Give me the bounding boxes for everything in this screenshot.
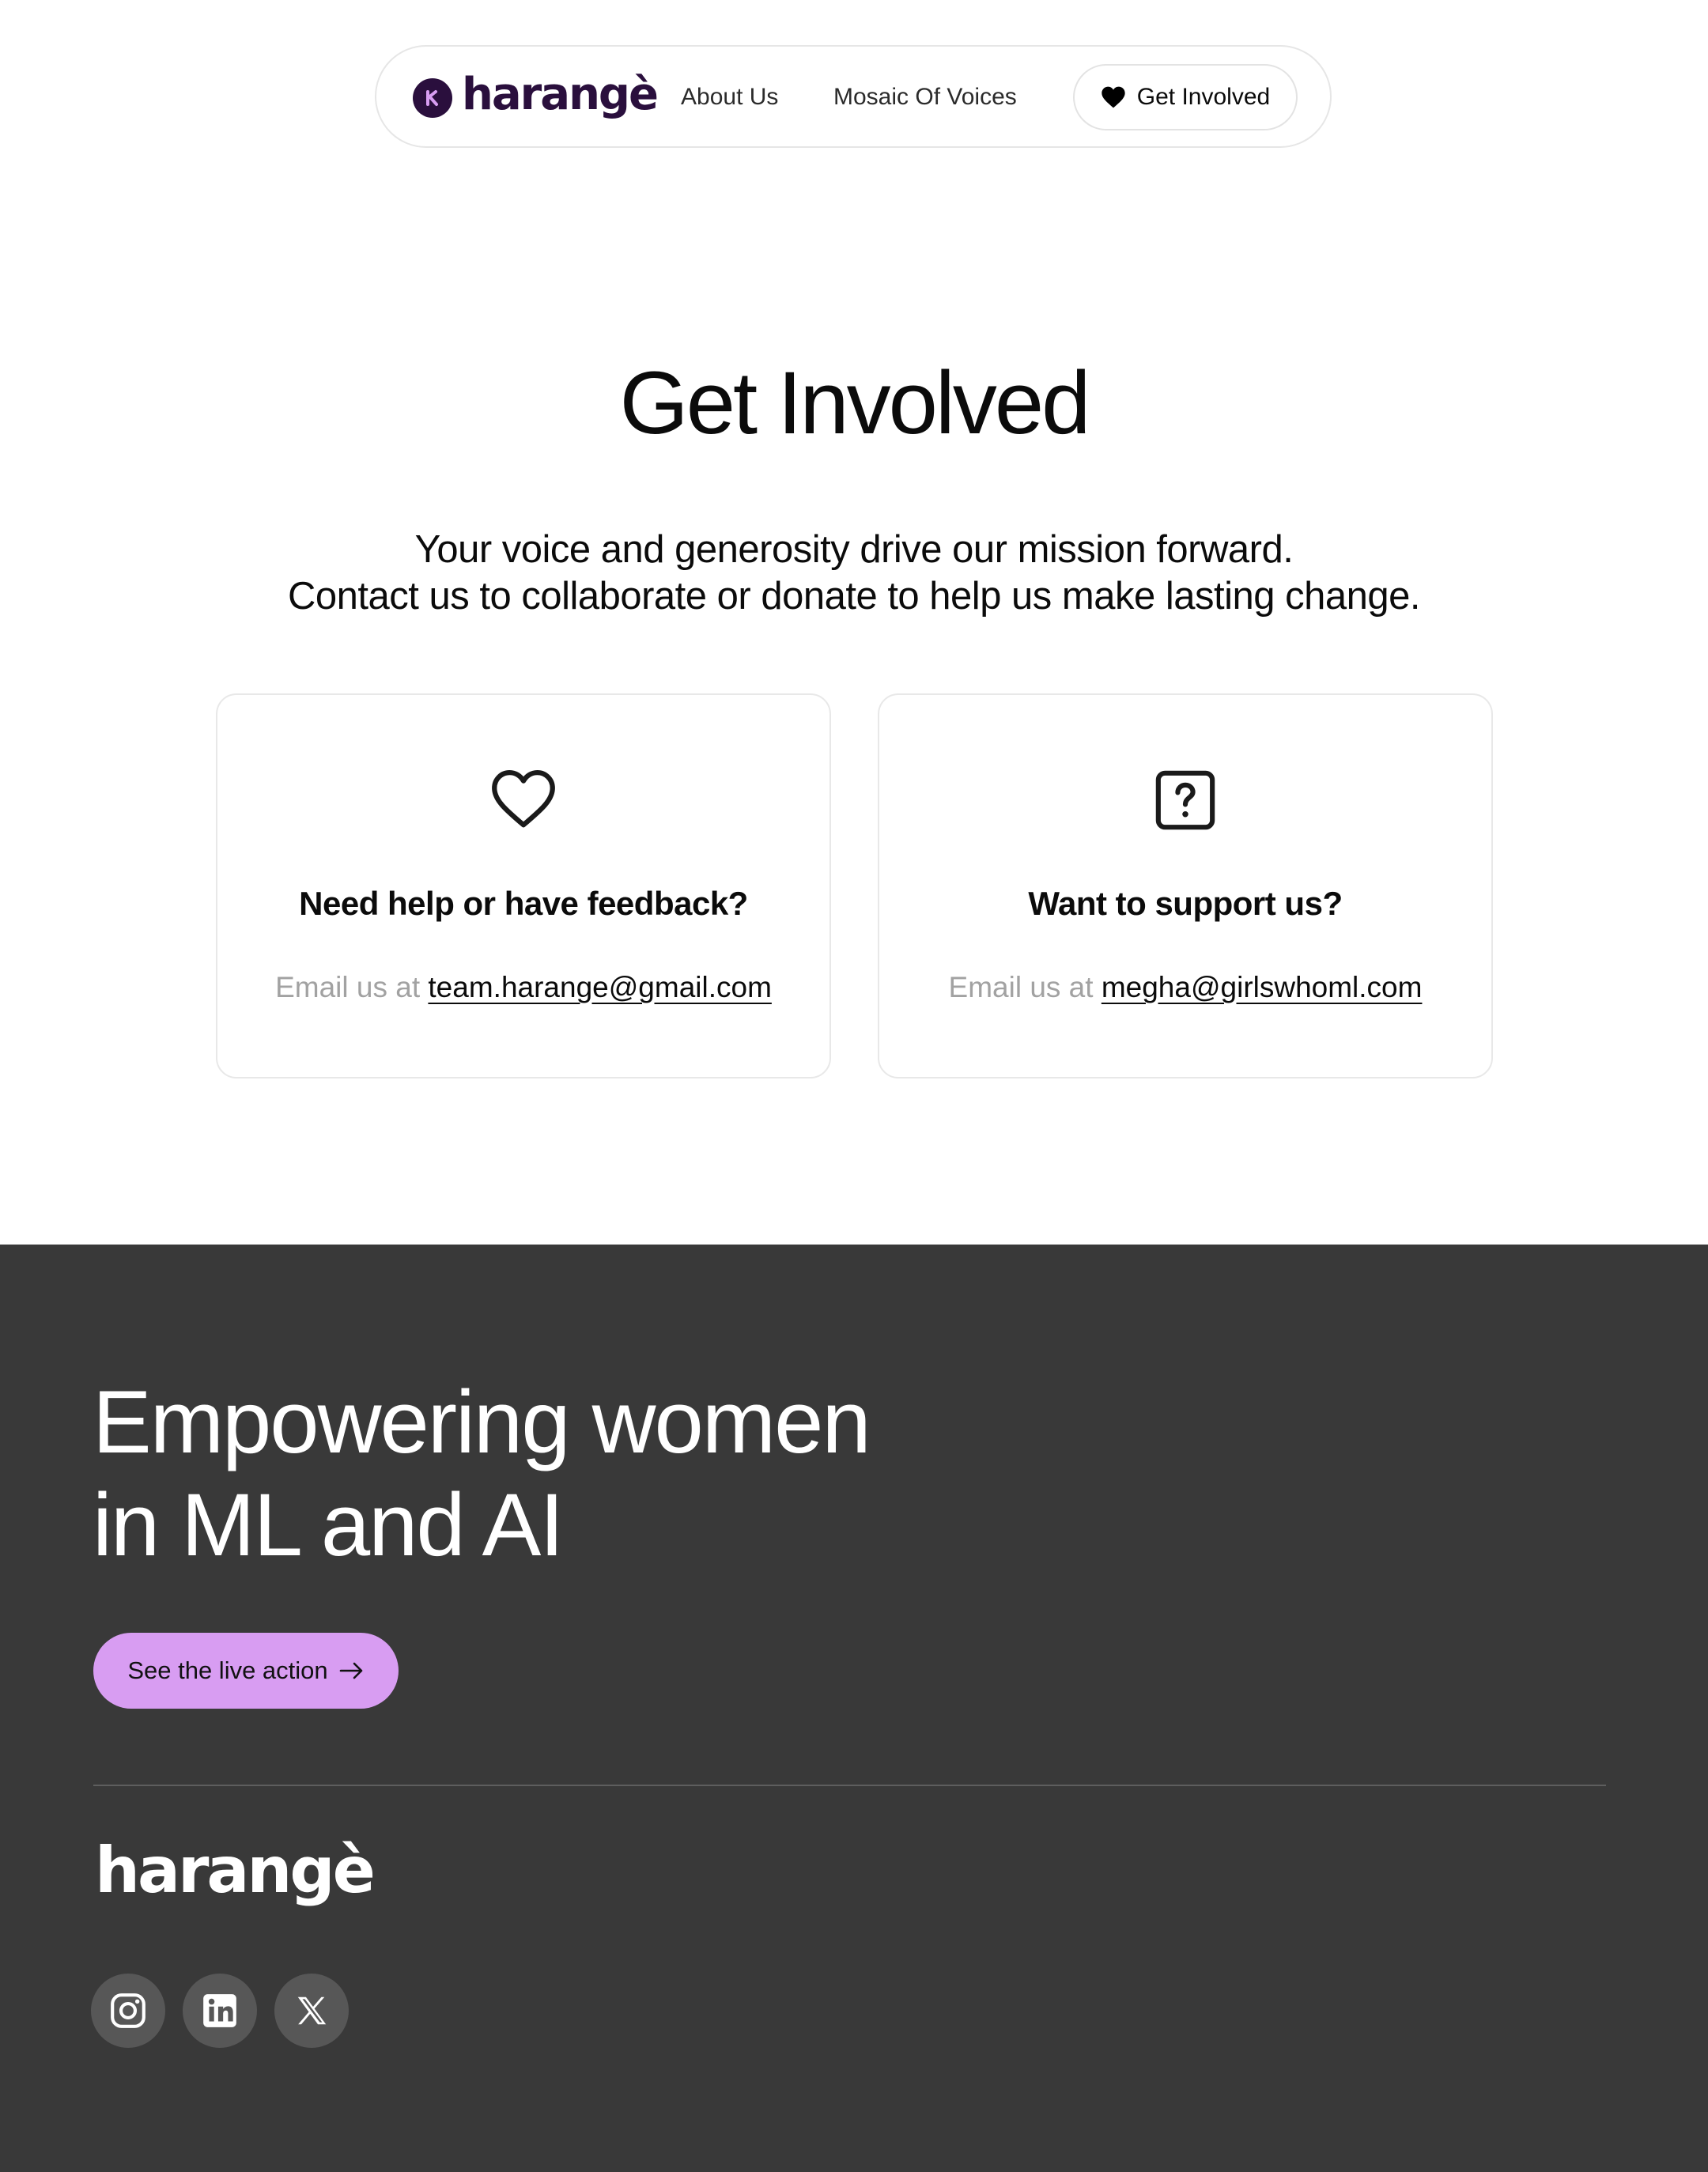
instagram-icon[interactable] <box>91 1974 165 2048</box>
page-subtitle: Your voice and generosity drive our miss… <box>0 527 1708 620</box>
card-title: Want to support us? <box>1028 885 1343 922</box>
email-link-team[interactable]: team.harange@gmail.com <box>428 971 771 1003</box>
email-prefix: Email us at <box>275 971 421 1003</box>
get-involved-button[interactable]: Get Involved <box>1073 64 1298 130</box>
brand-name: harangè <box>462 69 659 120</box>
footer-logo[interactable]: harangè <box>95 1839 376 1902</box>
heart-outline-icon <box>490 768 557 833</box>
page-title: Get Involved <box>619 353 1091 452</box>
linkedin-icon[interactable] <box>183 1974 257 2048</box>
subtitle-line-1: Your voice and generosity drive our miss… <box>414 528 1294 571</box>
heart-filled-icon <box>1102 86 1125 108</box>
question-square-icon <box>1153 768 1218 837</box>
x-icon[interactable] <box>274 1974 349 2048</box>
brand-logo[interactable]: harangè <box>413 73 659 118</box>
contact-card-support: Want to support us? Email us at megha@gi… <box>878 693 1493 1078</box>
footer-heading: Empowering women in ML and AI <box>93 1371 871 1577</box>
card-title: Need help or have feedback? <box>299 885 748 922</box>
card-email-line: Email us at team.harange@gmail.com <box>217 971 829 1004</box>
nav-link-mosaic-of-voices[interactable]: Mosaic Of Voices <box>833 84 1017 111</box>
see-live-action-label: See the live action <box>127 1656 328 1684</box>
footer-heading-line-2: in ML and AI <box>93 1475 564 1574</box>
nav-link-about-us[interactable]: About Us <box>681 84 778 111</box>
get-involved-label: Get Involved <box>1136 84 1271 110</box>
email-link-support[interactable]: megha@girlswhoml.com <box>1102 971 1423 1003</box>
see-live-action-button[interactable]: See the live action <box>93 1633 399 1709</box>
contact-card-feedback: Need help or have feedback? Email us at … <box>216 693 831 1078</box>
brand-mark-icon <box>413 78 452 118</box>
footer-heading-line-1: Empowering women <box>93 1373 871 1471</box>
social-links <box>91 1974 366 2048</box>
top-nav: harangè About Us Mosaic Of Voices Get In… <box>375 45 1332 148</box>
subtitle-line-2: Contact us to collaborate or donate to h… <box>288 575 1420 618</box>
email-prefix: Email us at <box>948 971 1094 1003</box>
footer-divider <box>93 1785 1606 1786</box>
card-email-line: Email us at megha@girlswhoml.com <box>879 971 1491 1004</box>
arrow-right-icon <box>339 1662 362 1679</box>
site-footer: Empowering women in ML and AI See the li… <box>0 1245 1708 2172</box>
